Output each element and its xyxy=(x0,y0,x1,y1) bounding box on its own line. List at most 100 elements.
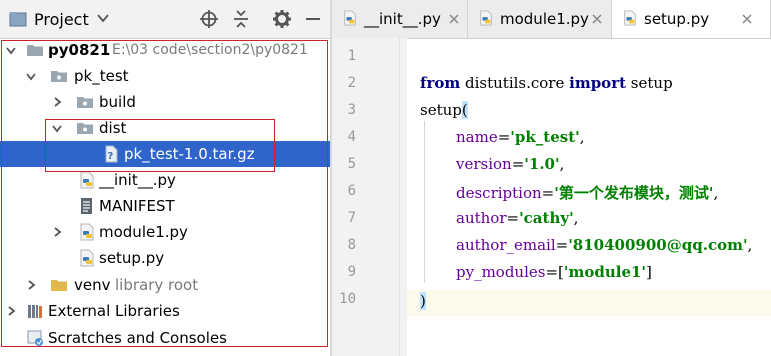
tree-item-build[interactable]: build xyxy=(0,89,330,115)
tree-item-setup-py[interactable]: setup.py xyxy=(0,245,330,271)
chevron-down-icon[interactable] xyxy=(26,71,36,81)
string-literal: 'cathy' xyxy=(519,209,574,227)
tree-item-external-libraries[interactable]: External Libraries xyxy=(0,298,330,324)
keyword: from xyxy=(420,74,461,92)
project-window-icon xyxy=(9,12,27,27)
line-number: 1 xyxy=(347,48,356,64)
tree-label: py0821 xyxy=(48,41,111,59)
kwarg: py_modules xyxy=(456,263,546,281)
tree-item-pk-test[interactable]: pk_test xyxy=(0,63,330,89)
line-number: 9 xyxy=(347,264,356,280)
tab-setup-py[interactable]: setup.py xyxy=(612,0,771,38)
folder-icon xyxy=(77,97,93,108)
code-text: =[ xyxy=(545,263,564,281)
dropdown-arrow-icon[interactable] xyxy=(97,13,109,23)
kwarg: description xyxy=(456,184,542,202)
chevron-right-icon[interactable] xyxy=(6,306,16,316)
python-file-icon xyxy=(480,10,492,26)
chevron-right-icon[interactable] xyxy=(52,97,62,107)
code-text: ] xyxy=(646,263,652,281)
collapse-all-icon[interactable] xyxy=(231,9,251,29)
tree-label: module1.py xyxy=(99,223,188,241)
libraries-icon xyxy=(28,305,42,318)
close-icon[interactable] xyxy=(592,14,602,24)
tree-label: pk_test xyxy=(74,67,129,85)
code-text: , xyxy=(573,209,579,227)
python-file-icon xyxy=(80,223,94,241)
code-text: = xyxy=(506,209,520,227)
line-number: 4 xyxy=(347,129,356,145)
matched-paren: ) xyxy=(420,292,426,310)
line-number: 7 xyxy=(347,210,356,226)
tree-label: __init__.py xyxy=(99,171,176,189)
code-line-10[interactable]: ) xyxy=(420,292,426,310)
close-icon[interactable] xyxy=(742,14,752,24)
tree-item-module1-py[interactable]: module1.py xyxy=(0,219,330,245)
close-icon[interactable] xyxy=(449,14,459,24)
code-text: = xyxy=(555,236,569,254)
gutter-divider xyxy=(399,38,400,356)
chevron-down-icon[interactable] xyxy=(52,123,62,133)
line-number: 8 xyxy=(347,237,356,253)
tree-item-pk-test-tar-gz[interactable]: ? pk_test-1.0.tar.gz xyxy=(0,141,330,167)
locate-icon[interactable] xyxy=(199,9,219,29)
string-literal: '810400900@qq.com' xyxy=(568,236,748,254)
code-text: = xyxy=(511,155,525,173)
code-line-2[interactable]: from distutils.core import setup xyxy=(420,74,673,92)
code-text: = xyxy=(497,128,511,146)
chevron-right-icon[interactable] xyxy=(26,280,36,290)
chevron-right-icon[interactable] xyxy=(52,227,62,237)
tree-label: dist xyxy=(99,119,127,137)
code-line-4[interactable]: name='pk_test', xyxy=(456,128,585,146)
code-text: setup xyxy=(626,74,673,92)
settings-gear-icon[interactable] xyxy=(272,9,292,29)
code-line-3[interactable]: setup( xyxy=(420,101,468,119)
tree-item-scratches-consoles[interactable]: Scratches and Consoles xyxy=(0,325,330,351)
tree-label: build xyxy=(99,93,136,111)
code-text: , xyxy=(559,155,565,173)
tab-module1-py[interactable]: module1.py xyxy=(468,0,612,38)
tree-item-dist[interactable]: dist xyxy=(0,115,330,141)
project-tool-window: Project py0821 E:\03 code\section2\py082… xyxy=(0,0,330,356)
python-file-icon xyxy=(344,10,356,26)
tree-label: Scratches and Consoles xyxy=(48,329,227,347)
tree-label: External Libraries xyxy=(48,302,180,320)
tree-item-py0821[interactable]: py0821 E:\03 code\section2\py0821 xyxy=(0,37,330,63)
indent-guide xyxy=(424,121,425,283)
tree-label: venv xyxy=(74,276,111,294)
package-folder-icon xyxy=(51,71,67,82)
hide-minus-icon[interactable] xyxy=(303,9,323,29)
kwarg: author_email xyxy=(456,236,556,254)
code-line-6[interactable]: description='第一个发布模块，测试', xyxy=(456,182,718,203)
python-file-icon xyxy=(80,249,94,267)
editor-tab-bar: __init__.py module1.py setup.py xyxy=(332,0,771,39)
code-line-9[interactable]: py_modules=['module1'] xyxy=(456,263,652,281)
code-text: , xyxy=(713,184,719,202)
kwarg: version xyxy=(456,155,512,173)
project-title[interactable]: Project xyxy=(34,10,89,29)
chevron-down-icon[interactable] xyxy=(6,45,16,55)
tab-init-py[interactable]: __init__.py xyxy=(332,0,468,38)
line-number: 6 xyxy=(347,183,356,199)
kwarg: author xyxy=(456,209,507,227)
tree-label: pk_test-1.0.tar.gz xyxy=(124,145,255,163)
tree-item-init-py[interactable]: __init__.py xyxy=(0,167,330,193)
code-text: , xyxy=(747,236,753,254)
code-line-8[interactable]: author_email='810400900@qq.com', xyxy=(456,236,752,254)
line-number: 3 xyxy=(347,102,356,118)
code-text: = xyxy=(541,184,555,202)
folder-icon xyxy=(51,280,67,291)
code-line-7[interactable]: author='cathy', xyxy=(456,209,578,227)
editor-pane: __init__.py module1.py setup.py 1 2 3 4 … xyxy=(332,0,771,356)
library-root-hint: library root xyxy=(115,276,199,294)
kwarg: name xyxy=(456,128,498,146)
code-line-5[interactable]: version='1.0', xyxy=(456,155,564,173)
keyword: import xyxy=(569,74,627,92)
tree-item-manifest[interactable]: MANIFEST xyxy=(0,193,330,219)
project-path: E:\03 code\section2\py0821 xyxy=(112,42,308,58)
tree-item-venv[interactable]: venv library root xyxy=(0,272,330,298)
project-header: Project xyxy=(0,0,330,39)
string-literal: 'module1' xyxy=(563,263,647,281)
code-text: distutils.core xyxy=(460,74,570,92)
tab-label: setup.py xyxy=(644,10,710,28)
